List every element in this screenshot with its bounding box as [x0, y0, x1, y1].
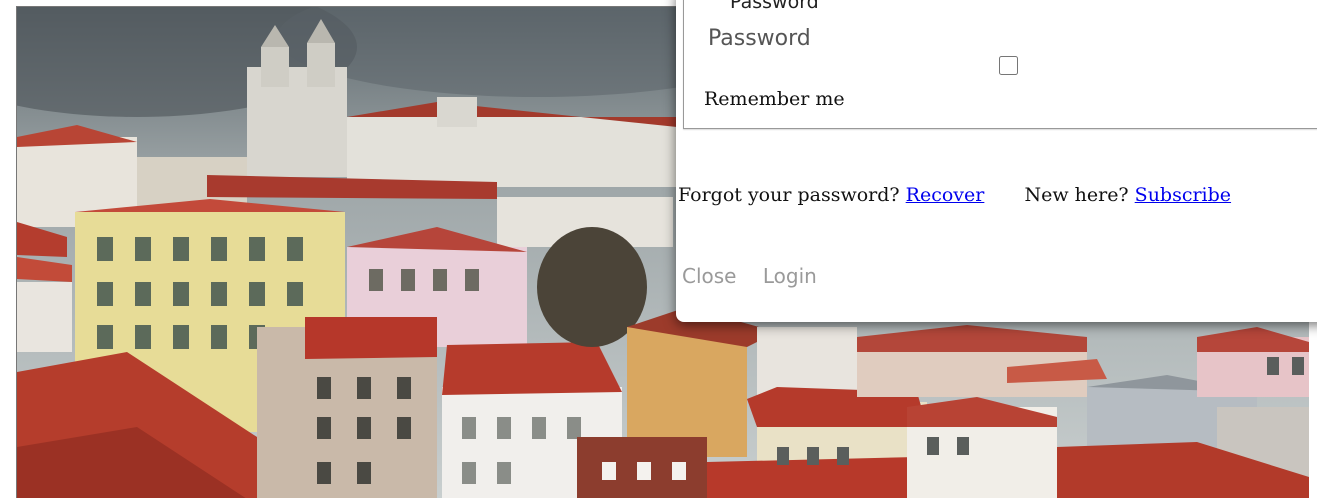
new-here-text: New here?	[1024, 184, 1129, 206]
login-modal: Password Remember me Forgot your passwor…	[676, 0, 1317, 322]
forgot-password-text: Forgot your password?	[678, 184, 900, 206]
modal-actions: Close Login	[682, 264, 837, 288]
close-button[interactable]: Close	[682, 264, 736, 288]
subscribe-link[interactable]: Subscribe	[1135, 184, 1231, 206]
password-legend: Password	[730, 0, 819, 13]
login-button[interactable]: Login	[763, 264, 817, 288]
account-links: Forgot your password? Recover New here? …	[678, 184, 1231, 206]
password-input[interactable]	[708, 22, 1008, 54]
remember-me-label[interactable]: Remember me	[704, 88, 845, 110]
login-form-fieldset: Password Remember me	[683, 0, 1317, 129]
page: Password Remember me Forgot your passwor…	[0, 0, 1317, 498]
remember-me-checkbox[interactable]	[999, 56, 1018, 75]
recover-link[interactable]: Recover	[906, 184, 985, 206]
